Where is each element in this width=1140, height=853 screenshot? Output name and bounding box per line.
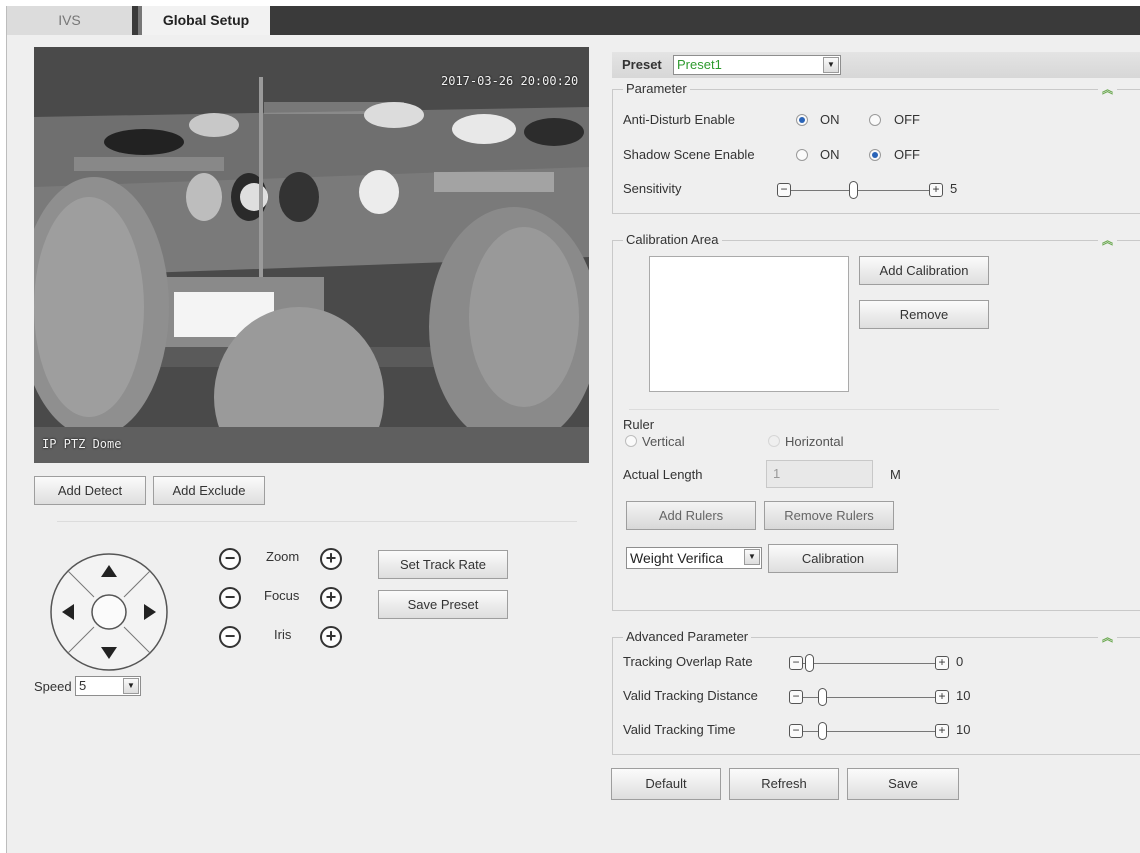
zoom-minus-icon[interactable]: − bbox=[219, 548, 241, 570]
shadow-scene-on-radio[interactable] bbox=[796, 149, 808, 161]
video-frame-image bbox=[34, 47, 589, 463]
valid-distance-label: Valid Tracking Distance bbox=[623, 688, 758, 703]
tracking-overlap-label: Tracking Overlap Rate bbox=[623, 654, 753, 669]
valid-time-value: 10 bbox=[956, 722, 971, 737]
tab-ivs[interactable]: IVS bbox=[7, 6, 132, 35]
advanced-title: Advanced Parameter bbox=[623, 629, 752, 644]
add-detect-button[interactable]: Add Detect bbox=[34, 476, 146, 505]
pan-down-icon[interactable] bbox=[101, 647, 117, 659]
zoom-label: Zoom bbox=[266, 549, 300, 564]
sensitivity-label: Sensitivity bbox=[623, 181, 682, 196]
set-track-rate-button[interactable]: Set Track Rate bbox=[378, 550, 508, 579]
sensitivity-track bbox=[791, 190, 929, 191]
refresh-button[interactable]: Refresh bbox=[729, 768, 839, 800]
shadow-scene-label: Shadow Scene Enable bbox=[623, 147, 755, 162]
tracking-overlap-slider-thumb[interactable] bbox=[805, 654, 814, 672]
sensitivity-minus-icon[interactable]: − bbox=[777, 183, 791, 197]
calibration-group: Calibration Area ︽ Add Calibration Remov… bbox=[612, 232, 1140, 611]
shadow-scene-off-radio[interactable] bbox=[869, 149, 881, 161]
tracking-overlap-minus-icon[interactable]: − bbox=[789, 656, 803, 670]
shadow-scene-on-label: ON bbox=[820, 147, 840, 162]
anti-disturb-off-radio[interactable] bbox=[869, 114, 881, 126]
default-button[interactable]: Default bbox=[611, 768, 721, 800]
ptz-direction-pad bbox=[48, 551, 170, 673]
shadow-scene-off-label: OFF bbox=[894, 147, 920, 162]
ruler-label: Ruler bbox=[623, 417, 655, 432]
valid-time-minus-icon[interactable]: − bbox=[789, 724, 803, 738]
anti-disturb-label: Anti-Disturb Enable bbox=[623, 112, 735, 127]
tab-global-setup[interactable]: Global Setup bbox=[138, 6, 270, 35]
valid-distance-plus-icon[interactable]: + bbox=[935, 690, 949, 704]
focus-label: Focus bbox=[264, 588, 300, 603]
tab-bar: IVS Global Setup bbox=[7, 6, 1140, 35]
page-frame: IVS Global Setup 2017-03-26 20:00:20 IP … bbox=[6, 6, 1140, 853]
tracking-overlap-plus-icon[interactable]: + bbox=[935, 656, 949, 670]
pan-left-icon[interactable] bbox=[62, 604, 74, 620]
valid-distance-slider-thumb[interactable] bbox=[818, 688, 827, 706]
video-preview[interactable]: 2017-03-26 20:00:20 IP PTZ Dome bbox=[34, 47, 589, 463]
valid-distance-minus-icon[interactable]: − bbox=[789, 690, 803, 704]
chevron-down-icon: ▼ bbox=[123, 678, 139, 694]
actual-length-input[interactable]: 1 bbox=[766, 460, 873, 488]
verify-type-value: Weight Verifica bbox=[630, 550, 724, 566]
preset-value: Preset1 bbox=[677, 57, 722, 72]
sensitivity-slider-thumb[interactable] bbox=[849, 181, 858, 199]
divider bbox=[629, 409, 999, 410]
anti-disturb-on-radio[interactable] bbox=[796, 114, 808, 126]
speed-label: Speed bbox=[34, 679, 72, 694]
focus-minus-icon[interactable]: − bbox=[219, 587, 241, 609]
remove-calibration-button[interactable]: Remove bbox=[859, 300, 989, 329]
actual-length-label: Actual Length bbox=[623, 467, 703, 482]
parameter-title: Parameter bbox=[623, 81, 690, 96]
valid-distance-value: 10 bbox=[956, 688, 971, 703]
divider bbox=[57, 521, 577, 522]
tracking-overlap-value: 0 bbox=[956, 654, 964, 669]
collapse-icon[interactable]: ︽ bbox=[1098, 81, 1117, 97]
speed-select[interactable]: 5 ▼ bbox=[75, 676, 141, 696]
chevron-down-icon: ▼ bbox=[823, 57, 839, 73]
verify-type-select[interactable]: Weight Verifica ▼ bbox=[626, 547, 762, 569]
iris-plus-icon[interactable]: + bbox=[320, 626, 342, 648]
video-camera-name: IP PTZ Dome bbox=[42, 437, 122, 451]
valid-time-plus-icon[interactable]: + bbox=[935, 724, 949, 738]
anti-disturb-on-label: ON bbox=[820, 112, 840, 127]
anti-disturb-off-label: OFF bbox=[894, 112, 920, 127]
collapse-icon[interactable]: ︽ bbox=[1098, 629, 1117, 645]
pan-right-icon[interactable] bbox=[144, 604, 156, 620]
length-unit: M bbox=[890, 467, 901, 482]
advanced-parameter-group: Advanced Parameter ︽ Tracking Overlap Ra… bbox=[612, 629, 1140, 755]
add-calibration-button[interactable]: Add Calibration bbox=[859, 256, 989, 285]
speed-value: 5 bbox=[79, 678, 87, 693]
save-button[interactable]: Save bbox=[847, 768, 959, 800]
add-rulers-button[interactable]: Add Rulers bbox=[626, 501, 756, 530]
sensitivity-value: 5 bbox=[950, 181, 958, 196]
preset-label: Preset bbox=[622, 57, 662, 72]
vertical-radio[interactable] bbox=[625, 435, 637, 447]
chevron-down-icon: ▼ bbox=[744, 549, 760, 565]
calibration-title: Calibration Area bbox=[623, 232, 722, 247]
focus-plus-icon[interactable]: + bbox=[320, 587, 342, 609]
add-exclude-button[interactable]: Add Exclude bbox=[153, 476, 265, 505]
pan-up-icon[interactable] bbox=[101, 565, 117, 577]
tracking-overlap-track bbox=[803, 663, 935, 664]
valid-time-slider-thumb[interactable] bbox=[818, 722, 827, 740]
iris-label: Iris bbox=[274, 627, 292, 642]
iris-minus-icon[interactable]: − bbox=[219, 626, 241, 648]
parameter-group: Parameter ︽ Anti-Disturb Enable ON OFF S… bbox=[612, 81, 1140, 214]
vertical-label: Vertical bbox=[642, 434, 685, 449]
horizontal-radio[interactable] bbox=[768, 435, 780, 447]
calibration-area-list[interactable] bbox=[649, 256, 849, 392]
valid-time-label: Valid Tracking Time bbox=[623, 722, 736, 737]
preset-header: Preset Preset1 ▼ bbox=[612, 52, 1140, 78]
zoom-plus-icon[interactable]: + bbox=[320, 548, 342, 570]
calibration-button[interactable]: Calibration bbox=[768, 544, 898, 573]
remove-rulers-button[interactable]: Remove Rulers bbox=[764, 501, 894, 530]
collapse-icon[interactable]: ︽ bbox=[1098, 232, 1117, 248]
video-timestamp: 2017-03-26 20:00:20 bbox=[441, 74, 579, 88]
preset-select[interactable]: Preset1 ▼ bbox=[673, 55, 841, 75]
sensitivity-plus-icon[interactable]: + bbox=[929, 183, 943, 197]
save-preset-button[interactable]: Save Preset bbox=[378, 590, 508, 619]
horizontal-label: Horizontal bbox=[785, 434, 844, 449]
